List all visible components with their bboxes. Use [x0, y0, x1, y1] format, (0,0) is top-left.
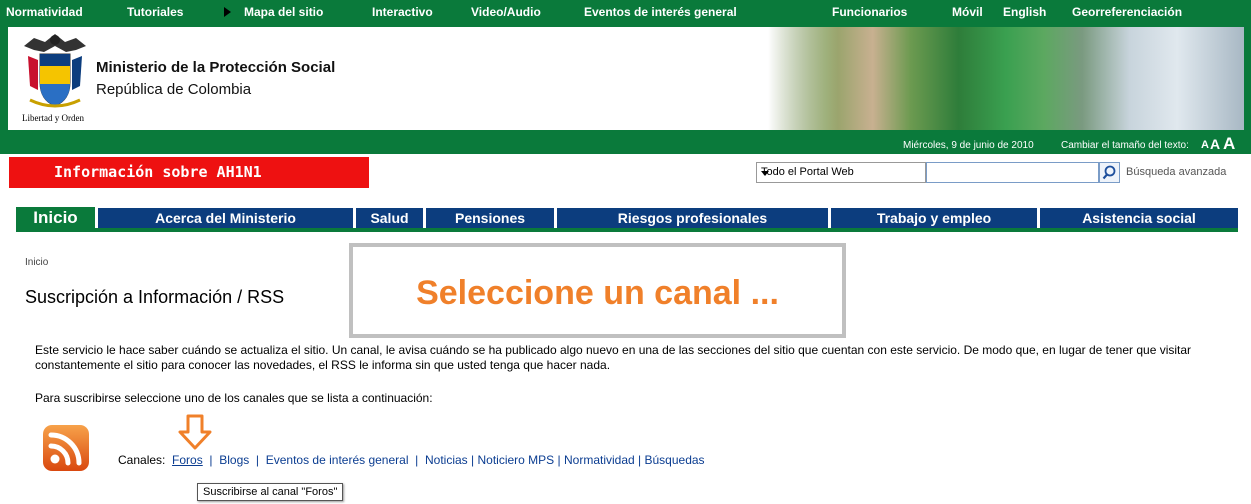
- site-header: Libertad y Orden Ministerio de la Protec…: [0, 24, 1251, 134]
- channel-link-normatividad[interactable]: Normatividad: [564, 453, 635, 467]
- channel-link-eventos[interactable]: Eventos de interés general: [266, 453, 409, 467]
- top-link-video-audio[interactable]: Video/Audio: [471, 5, 541, 19]
- callout-text: Seleccione un canal ...: [416, 274, 779, 312]
- channel-link-blogs[interactable]: Blogs: [219, 453, 249, 467]
- top-link-bar: Normatividad Tutoriales Mapa del sitio I…: [0, 0, 1251, 24]
- instruction-text: Para suscribirse seleccione uno de los c…: [35, 391, 433, 405]
- top-link-mapa-del-sitio[interactable]: Mapa del sitio: [244, 5, 323, 19]
- advanced-search-link[interactable]: Búsqueda avanzada: [1126, 166, 1226, 178]
- chevron-down-icon: [761, 171, 769, 176]
- date-bar: Miércoles, 9 de junio de 2010 Cambiar el…: [0, 134, 1251, 154]
- organization-country: República de Colombia: [96, 81, 252, 98]
- photo-fade: [768, 27, 838, 130]
- header-photo-collage: [768, 27, 1244, 130]
- organization-name: Ministerio de la Protección Social: [96, 59, 336, 76]
- top-link-funcionarios[interactable]: Funcionarios: [832, 5, 907, 19]
- nav-underline: [16, 228, 1238, 232]
- intro-paragraph: Este servicio le hace saber cuándo se ac…: [35, 343, 1192, 372]
- play-arrow-icon: [224, 7, 231, 17]
- ah1n1-banner-label: Información sobre AH1N1: [54, 163, 262, 181]
- channel-link-foros[interactable]: Foros: [172, 453, 203, 467]
- nav-tab-salud[interactable]: Salud: [356, 208, 423, 228]
- top-link-movil[interactable]: Móvil: [952, 5, 983, 19]
- channel-link-busquedas[interactable]: Búsquedas: [645, 453, 705, 467]
- nav-tab-inicio[interactable]: Inicio: [16, 207, 95, 229]
- header-panel: Libertad y Orden Ministerio de la Protec…: [8, 27, 1244, 130]
- page-title: Suscripción a Información / RSS: [25, 287, 285, 307]
- crest-caption: Libertad y Orden: [22, 113, 84, 123]
- channels-label: Canales:: [118, 453, 166, 467]
- breadcrumb-inicio[interactable]: Inicio: [25, 257, 48, 268]
- top-link-interactivo[interactable]: Interactivo: [372, 5, 433, 19]
- top-link-english[interactable]: English: [1003, 5, 1046, 19]
- channel-link-noticias[interactable]: Noticias: [425, 453, 468, 467]
- text-size-small-button[interactable]: A: [1201, 139, 1209, 151]
- nav-tab-asistencia-social[interactable]: Asistencia social: [1040, 208, 1238, 228]
- top-link-tutoriales[interactable]: Tutoriales: [127, 5, 183, 19]
- current-date: Miércoles, 9 de junio de 2010: [903, 140, 1034, 151]
- search-icon: [1102, 165, 1116, 180]
- coat-of-arms-icon[interactable]: [20, 30, 90, 122]
- search-scope-select[interactable]: Todo el Portal Web: [756, 162, 926, 183]
- search-button[interactable]: [1099, 162, 1120, 183]
- channel-tooltip: Suscribirse al canal "Foros": [197, 483, 344, 501]
- top-link-normatividad[interactable]: Normatividad: [6, 5, 83, 19]
- arrow-down-icon: [178, 414, 212, 450]
- nav-tab-trabajo-y-empleo[interactable]: Trabajo y empleo: [831, 208, 1037, 228]
- channel-link-noticiero-mps[interactable]: Noticiero MPS: [477, 453, 554, 467]
- channel-list: Canales: Foros | Blogs | Eventos de inte…: [118, 453, 705, 467]
- ah1n1-info-banner[interactable]: Información sobre AH1N1: [9, 157, 369, 188]
- rss-feed-icon: [43, 425, 89, 471]
- text-size-label: Cambiar el tamaño del texto:: [1061, 140, 1189, 151]
- search-input[interactable]: [926, 162, 1099, 183]
- select-channel-callout: Seleccione un canal ...: [349, 243, 846, 338]
- text-size-large-button[interactable]: A: [1223, 134, 1235, 154]
- text-size-medium-button[interactable]: A: [1210, 136, 1220, 152]
- top-link-eventos[interactable]: Eventos de interés general: [584, 5, 737, 19]
- nav-tab-acerca-del-ministerio[interactable]: Acerca del Ministerio: [98, 208, 353, 228]
- top-link-georreferenciacion[interactable]: Georreferenciación: [1072, 5, 1182, 19]
- nav-tab-riesgos-profesionales[interactable]: Riesgos profesionales: [557, 208, 828, 228]
- search-scope-value: Todo el Portal Web: [761, 166, 854, 178]
- nav-tab-pensiones[interactable]: Pensiones: [426, 208, 554, 228]
